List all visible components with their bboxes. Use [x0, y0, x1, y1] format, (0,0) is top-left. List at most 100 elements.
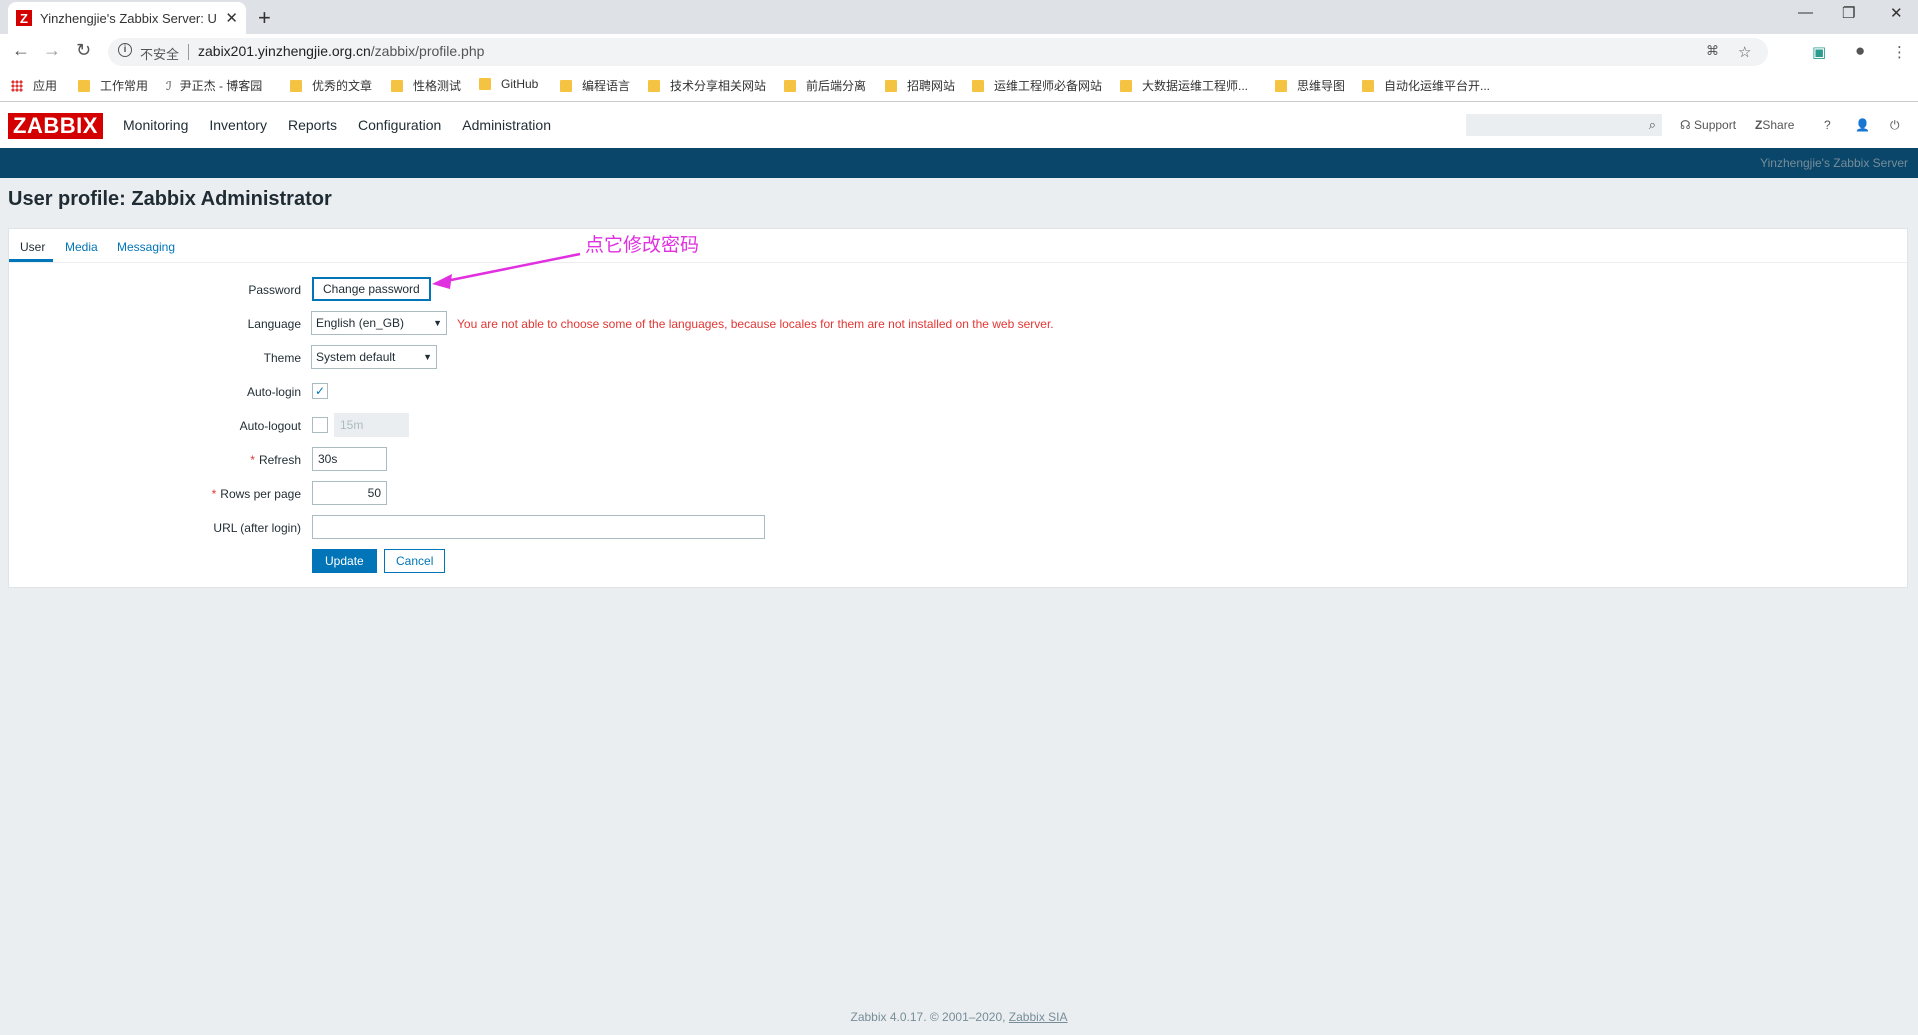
folder-icon — [972, 79, 984, 92]
tab-media[interactable]: Media — [65, 240, 98, 254]
security-label: 不安全 — [140, 47, 180, 62]
folder-icon — [290, 79, 302, 92]
menu-icon[interactable]: ⋮ — [1892, 43, 1907, 61]
bookmark-item[interactable]: 前后端分离 — [784, 77, 866, 94]
address-separator — [188, 44, 189, 60]
user-profile-icon[interactable]: 👤 — [1855, 118, 1870, 132]
bookmark-item[interactable]: 大数据运维工程师... — [1120, 77, 1248, 94]
dropdown-arrow-icon: ▼ — [423, 352, 432, 362]
folder-icon — [784, 79, 796, 92]
folder-icon — [560, 79, 572, 92]
rows-per-page-input[interactable]: 50 — [312, 481, 387, 505]
language-label: Language — [247, 317, 301, 331]
folder-icon — [479, 78, 491, 90]
browser-tabstrip: Z Yinzhengjie's Zabbix Server: U ✕ + — ❐… — [0, 0, 1918, 34]
url-host: zabix201.yinzhengjie.org.cn — [198, 43, 371, 59]
theme-select[interactable]: System default ▼ — [311, 345, 437, 369]
nav-inventory[interactable]: Inventory — [209, 117, 267, 133]
password-label: Password — [248, 283, 301, 297]
bookmark-item[interactable]: 招聘网站 — [885, 77, 955, 94]
main-nav: Monitoring Inventory Reports Configurati… — [123, 117, 572, 133]
url-after-login-label: URL (after login) — [213, 521, 301, 535]
restore-icon[interactable]: ❐ — [1842, 4, 1855, 22]
rows-per-page-label: * Rows per page — [211, 487, 301, 501]
help-link[interactable]: ? — [1824, 118, 1831, 132]
tab-user[interactable]: User — [20, 240, 45, 254]
nav-configuration[interactable]: Configuration — [358, 117, 441, 133]
language-select[interactable]: English (en_GB) ▼ — [311, 311, 447, 335]
signout-icon[interactable]: ⏻ — [1890, 118, 1900, 133]
bookmark-item[interactable]: 自动化运维平台开... — [1362, 77, 1490, 94]
bookmark-item[interactable]: 技术分享相关网站 — [648, 77, 766, 94]
update-button[interactable]: Update — [312, 549, 377, 573]
autologout-label: Auto-logout — [239, 419, 301, 433]
back-icon[interactable]: ← — [12, 40, 30, 61]
bookmark-item[interactable]: 优秀的文章 — [290, 77, 372, 94]
footer-text: Zabbix 4.0.17. © 2001–2020, — [850, 1010, 1009, 1024]
bookmark-item[interactable]: 编程语言 — [560, 77, 630, 94]
theme-value: System default — [316, 350, 396, 364]
url-path: /zabbix/profile.php — [370, 43, 485, 59]
share-link[interactable]: ZShare — [1755, 118, 1794, 132]
nav-monitoring[interactable]: Monitoring — [123, 117, 188, 133]
blog-icon: ℐ — [166, 78, 172, 93]
bookmarks-bar: 应用 工作常用 ℐ 尹正杰 - 博客园 优秀的文章 性格测试 GitHub 编程语… — [0, 70, 1918, 102]
folder-icon — [391, 79, 403, 92]
theme-label: Theme — [263, 351, 301, 365]
tab-title: Yinzhengjie's Zabbix Server: U — [40, 10, 217, 26]
autologout-input: 15m — [334, 413, 409, 437]
global-search-input[interactable]: ⌕ — [1466, 114, 1662, 136]
url-after-login-input[interactable] — [312, 515, 765, 539]
folder-icon — [1120, 79, 1132, 92]
search-icon[interactable]: ⌕ — [1649, 117, 1656, 133]
profile-icon[interactable]: ● — [1855, 41, 1865, 61]
cancel-button[interactable]: Cancel — [384, 549, 446, 573]
folder-icon — [1275, 79, 1287, 92]
footer-link[interactable]: Zabbix SIA — [1009, 1010, 1068, 1024]
bookmark-apps[interactable]: 应用 — [11, 77, 57, 94]
zabbix-logo[interactable]: ZABBIX — [8, 113, 103, 139]
language-warning: You are not able to choose some of the l… — [457, 317, 1054, 331]
nav-reports[interactable]: Reports — [288, 117, 337, 133]
autologin-checkbox[interactable]: ✓ — [312, 383, 328, 399]
address-bar[interactable]: i 不安全 zabix201.yinzhengjie.org.cn/zabbix… — [108, 38, 1768, 66]
new-tab-icon[interactable]: + — [258, 5, 271, 31]
autologout-checkbox[interactable] — [312, 417, 328, 433]
form-tabs: User Media Messaging — [9, 229, 1907, 263]
folder-icon — [648, 79, 660, 92]
bookmark-item[interactable]: 工作常用 — [78, 77, 148, 94]
browser-toolbar: ← → ↻ i 不安全 zabix201.yinzhengjie.org.cn/… — [0, 34, 1918, 70]
language-value: English (en_GB) — [316, 316, 405, 330]
page-title: User profile: Zabbix Administrator — [8, 188, 332, 210]
refresh-label: * Refresh — [250, 453, 301, 467]
info-icon[interactable]: i — [118, 43, 132, 57]
annotation-text: 点它修改密码 — [585, 235, 700, 256]
bookmark-item[interactable]: ℐ 尹正杰 - 博客园 — [166, 77, 262, 94]
bookmark-star-icon[interactable]: ☆ — [1738, 43, 1751, 61]
autologin-label: Auto-login — [246, 385, 301, 399]
folder-icon — [885, 79, 897, 92]
refresh-input[interactable]: 30s — [312, 447, 387, 471]
translate-icon[interactable]: ⌘ — [1706, 43, 1719, 59]
bookmark-item[interactable]: GitHub — [479, 77, 538, 91]
change-password-button[interactable]: Change password — [312, 277, 431, 301]
forward-icon[interactable]: → — [43, 40, 61, 61]
tab-messaging[interactable]: Messaging — [117, 240, 175, 254]
bookmark-item[interactable]: 思维导图 — [1275, 77, 1345, 94]
bookmark-item[interactable]: 运维工程师必备网站 — [972, 77, 1102, 94]
support-link[interactable]: ☊ Support — [1680, 118, 1736, 132]
reload-icon[interactable]: ↻ — [76, 40, 91, 61]
minimize-icon[interactable]: — — [1798, 4, 1813, 21]
folder-icon — [78, 79, 90, 92]
nav-administration[interactable]: Administration — [462, 117, 551, 133]
browser-tab[interactable]: Z Yinzhengjie's Zabbix Server: U ✕ — [8, 2, 246, 34]
tab-close-icon[interactable]: ✕ — [225, 9, 238, 27]
window-close-icon[interactable]: ✕ — [1890, 4, 1903, 22]
user-profile-form: User Media Messaging Password Change pas… — [8, 228, 1908, 588]
extension-icon[interactable]: ▣ — [1812, 43, 1826, 61]
url-text: zabix201.yinzhengjie.org.cn/zabbix/profi… — [198, 43, 484, 59]
server-name: Yinzhengjie's Zabbix Server — [1760, 156, 1908, 170]
bookmark-item[interactable]: 性格测试 — [391, 77, 461, 94]
server-name-bar: Yinzhengjie's Zabbix Server — [0, 148, 1918, 178]
checkmark-icon: ✓ — [314, 384, 326, 398]
